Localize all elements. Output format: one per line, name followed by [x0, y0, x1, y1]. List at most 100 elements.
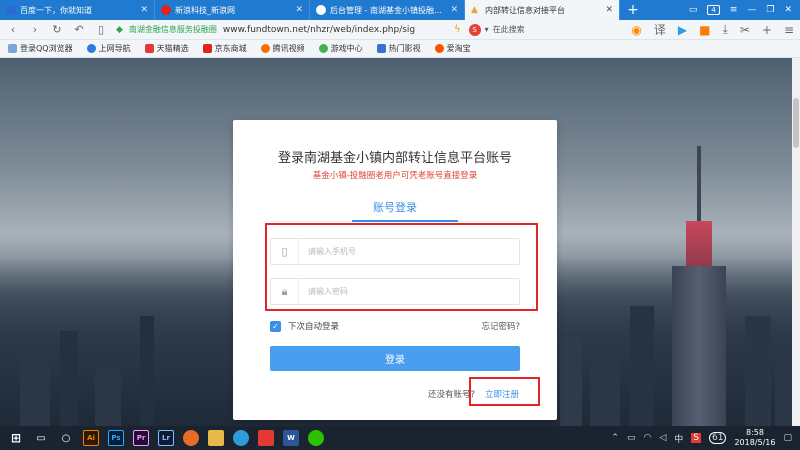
tab-sina[interactable]: 新浪科技_新浪网 ✕	[155, 0, 310, 20]
sogou-icon[interactable]: S	[691, 433, 701, 443]
lightning-icon[interactable]: ϟ	[454, 24, 461, 35]
search-engine-icon[interactable]: S	[468, 23, 481, 36]
taobao-icon	[434, 44, 444, 53]
site-identity: 南湖金融信息服务投融圈	[128, 25, 217, 34]
download-icon[interactable]: ⤓	[723, 22, 728, 37]
game-icon[interactable]: ◉	[631, 23, 641, 37]
back-icon[interactable]: ‹	[6, 23, 20, 36]
clock-time: 8:58	[745, 428, 764, 437]
wechat-icon[interactable]	[308, 430, 324, 446]
bookmark-item[interactable]: 上网导航	[86, 43, 131, 54]
illustrator-icon[interactable]: Ai	[83, 430, 99, 446]
action-center-icon[interactable]: ▢	[783, 433, 792, 443]
menu-icon[interactable]: ≡	[730, 5, 738, 15]
phone-icon: ▯	[271, 239, 299, 264]
media-icon[interactable]	[183, 430, 199, 446]
bookmark-label: 游戏中心	[330, 44, 363, 53]
word-icon[interactable]: W	[283, 430, 299, 446]
refresh-icon[interactable]: ↻	[50, 23, 64, 36]
bookmark-item[interactable]: 登录QQ浏览器	[8, 43, 73, 54]
tab-label: 新浪科技_新浪网	[175, 5, 235, 15]
tab-account-login[interactable]: 账号登录	[233, 199, 557, 215]
register-link[interactable]: 立即注册	[485, 388, 519, 400]
video-icon[interactable]: ■	[699, 23, 710, 37]
add-icon[interactable]: +	[762, 23, 772, 37]
bookmark-item[interactable]: 腾讯视频	[260, 43, 305, 54]
lock-icon: 🔒︎	[271, 279, 299, 304]
premiere-icon[interactable]: Pr	[133, 430, 149, 446]
battery-icon[interactable]: ▭	[627, 433, 636, 443]
translate-icon[interactable]: 译	[654, 21, 666, 38]
windows-start-icon[interactable]: ⊞	[8, 430, 24, 446]
toolbar-icons: ◉ 译 ▶ ■ ⤓ ✂ + ≡	[631, 21, 794, 38]
forward-icon[interactable]: ›	[28, 23, 42, 36]
chevron-down-icon[interactable]: ▾	[485, 25, 489, 34]
bookmark-label: 天猫精选	[156, 44, 189, 53]
page-scrollbar[interactable]	[792, 58, 800, 426]
tab-count-badge[interactable]: 4	[707, 5, 720, 15]
no-account-text: 还没有账号?	[428, 390, 476, 400]
phone-input[interactable]	[299, 239, 519, 264]
remember-label: 下次自动登录	[288, 322, 340, 332]
folder-icon[interactable]	[208, 430, 224, 446]
browser-tab-bar: 百度一下，你就知道 ✕ 新浪科技_新浪网 ✕ 后台管理 - 南湖基金小镇投融圈-…	[0, 0, 800, 20]
close-window-icon[interactable]: ✕	[784, 5, 792, 15]
globe-icon	[316, 5, 326, 15]
tab-baidu[interactable]: 百度一下，你就知道 ✕	[0, 0, 155, 20]
skyscraper-image	[664, 146, 734, 426]
bookmark-item[interactable]: 热门影视	[376, 43, 421, 54]
login-subtitle: 基金小镇-投融圈老用户可凭老账号直接登录	[312, 171, 478, 181]
play-icon[interactable]: ▶	[678, 23, 687, 37]
undo-icon[interactable]: ↶	[72, 23, 86, 36]
close-icon[interactable]: ✕	[605, 5, 613, 15]
wifi-icon[interactable]: ◠	[643, 433, 651, 443]
photoshop-icon[interactable]: Ps	[108, 430, 124, 446]
forgot-password-link[interactable]: 忘记密码?	[481, 320, 520, 332]
window-controls: ▭ 4 ≡ — ❐ ✕	[689, 0, 800, 20]
bookmark-label: 热门影视	[388, 44, 421, 53]
reader-icon[interactable]: ▯	[94, 23, 108, 36]
minimize-icon[interactable]: —	[747, 5, 756, 15]
volume-icon[interactable]: ◁	[659, 433, 666, 443]
bookmark-label: 京东商城	[214, 44, 247, 53]
close-icon[interactable]: ✕	[450, 5, 458, 15]
tab-admin[interactable]: 后台管理 - 南湖基金小镇投融圈-内部 ✕	[310, 0, 465, 20]
scissors-icon[interactable]: ✂	[740, 23, 750, 37]
scrollbar-thumb[interactable]	[793, 98, 799, 148]
bookmark-item[interactable]: 天猫精选	[144, 43, 189, 54]
close-icon[interactable]: ✕	[295, 5, 303, 15]
ime-indicator[interactable]: 中	[674, 432, 683, 445]
cortana-icon[interactable]: ○	[58, 430, 74, 446]
bookmark-item[interactable]: 爱淘宝	[434, 43, 471, 54]
browser-icon[interactable]	[233, 430, 249, 446]
chevron-up-icon[interactable]: ⌃	[611, 433, 619, 443]
app-icon[interactable]	[258, 430, 274, 446]
menu-icon[interactable]: ≡	[784, 23, 794, 37]
tab-label: 后台管理 - 南湖基金小镇投融圈-内部	[330, 5, 446, 15]
bookmark-label: 腾讯视频	[272, 44, 305, 53]
baidu-icon	[6, 5, 16, 15]
jd-icon	[202, 44, 212, 53]
movie-icon	[376, 44, 386, 53]
close-icon[interactable]: ✕	[140, 5, 148, 15]
address-bar[interactable]: ◆ 南湖金融信息服务投融圈 www.fundtown.net/nhzr/web/…	[116, 22, 446, 38]
bookmark-item[interactable]: 京东商城	[202, 43, 247, 54]
clock[interactable]: 8:58 2018/5/16	[734, 428, 775, 448]
password-input[interactable]	[299, 279, 519, 304]
new-tab-button[interactable]: +	[620, 0, 646, 20]
search-box[interactable]: S ▾ 在此搜索	[468, 23, 579, 37]
url-text[interactable]: www.fundtown.net/nhzr/web/index.php/sig	[223, 25, 415, 35]
task-view-icon[interactable]: ▭	[33, 430, 49, 446]
maximize-icon[interactable]: ❐	[766, 5, 774, 15]
sidebar-icon[interactable]: ▭	[689, 5, 698, 15]
checkbox-checked-icon[interactable]: ✓	[270, 320, 281, 332]
tab-transfer-platform[interactable]: ▲ 内部转让信息对接平台 ✕	[465, 0, 620, 20]
login-button[interactable]: 登录	[270, 346, 520, 371]
notification-badge[interactable]: 61	[709, 432, 727, 444]
windows-taskbar: ⊞ ▭ ○ Ai Ps Pr Lr W ⌃ ▭ ◠ ◁ 中 S 61 8:58 …	[0, 426, 800, 450]
lightroom-icon[interactable]: Lr	[158, 430, 174, 446]
bookmark-label: 爱淘宝	[446, 44, 471, 53]
bookmark-label: 登录QQ浏览器	[20, 44, 73, 53]
bookmark-item[interactable]: 游戏中心	[318, 43, 363, 54]
remember-me[interactable]: ✓ 下次自动登录	[270, 320, 339, 332]
